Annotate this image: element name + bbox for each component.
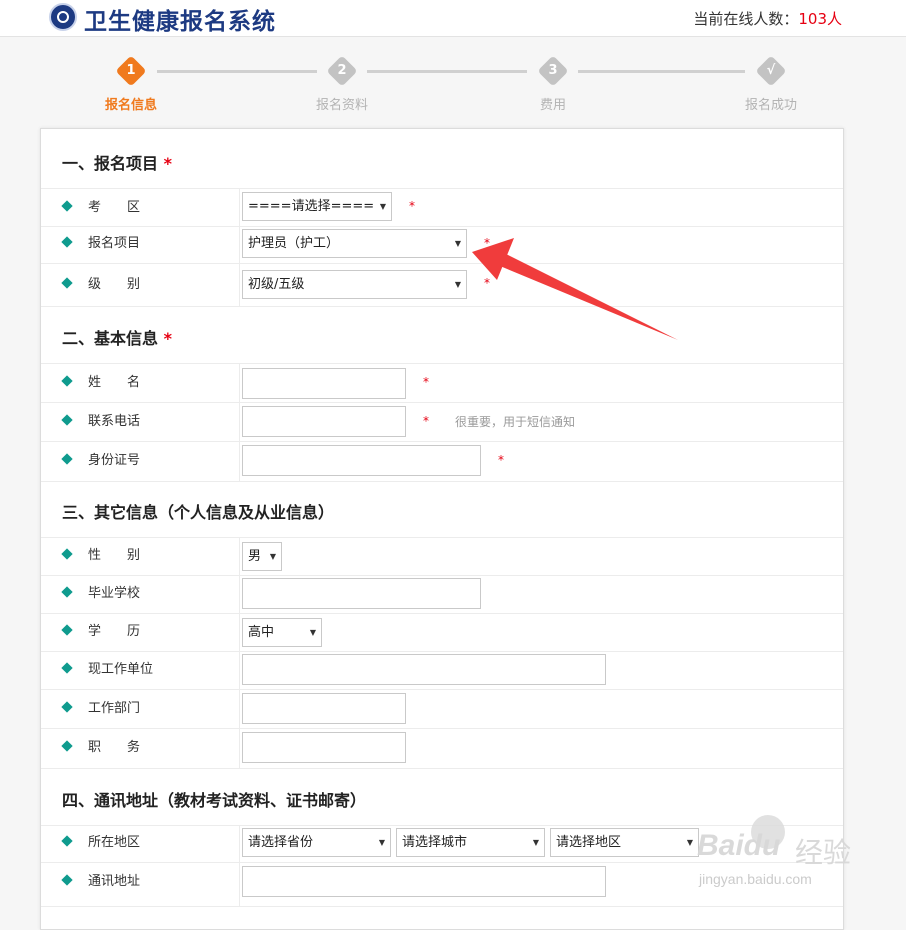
exam-area-select[interactable]: ====请选择==== [242, 192, 392, 221]
divider [41, 226, 843, 227]
required-mark: * [163, 329, 172, 348]
district-select[interactable]: 请选择地区 [550, 828, 699, 857]
divider [41, 906, 843, 907]
step-2-label: 报名资料 [315, 98, 368, 113]
step-3-icon: 3 [537, 55, 569, 87]
required-star: * [484, 236, 490, 250]
step-3: 3 费用 [493, 55, 613, 113]
section-title-basic: 二、基本信息 * [62, 329, 172, 348]
divider [41, 768, 843, 769]
divider [41, 441, 843, 442]
bullet-icon [61, 585, 73, 598]
required-star: * [423, 414, 429, 428]
step-1: 1 报名信息 [71, 55, 191, 113]
bullet-icon [61, 739, 73, 752]
label-gender: 性 别 [61, 546, 140, 566]
department-input[interactable] [242, 693, 406, 724]
bullet-icon [61, 700, 73, 713]
divider [41, 306, 843, 307]
id-number-input[interactable] [242, 445, 481, 476]
divider [41, 862, 843, 863]
divider [41, 728, 843, 729]
divider [41, 613, 843, 614]
column-divider [239, 364, 240, 481]
bullet-icon [61, 834, 73, 847]
section-title-project: 一、报名项目 * [62, 154, 172, 173]
project-select[interactable]: 护理员（护工） [242, 229, 467, 258]
form-panel: 一、报名项目 * 考 区 ====请选择==== * 报名项目 护理员（护工） … [40, 128, 844, 930]
required-star: * [498, 453, 504, 467]
label-work-unit: 现工作单位 [61, 660, 153, 680]
phone-hint: 很重要，用于短信通知 [455, 415, 576, 429]
divider [41, 481, 843, 482]
required-mark: * [163, 154, 172, 173]
label-education: 学 历 [61, 622, 140, 642]
label-region: 所在地区 [61, 833, 140, 853]
label-name: 姓 名 [61, 373, 140, 393]
label-school: 毕业学校 [61, 584, 140, 604]
label-address: 通讯地址 [61, 872, 140, 892]
level-select[interactable]: 初级/五级 [242, 270, 467, 299]
province-select[interactable]: 请选择省份 [242, 828, 391, 857]
bullet-icon [61, 873, 73, 886]
address-input[interactable] [242, 866, 606, 897]
required-star: * [484, 276, 490, 290]
online-number: 103人 [798, 10, 842, 28]
school-input[interactable] [242, 578, 481, 609]
step-4-label: 报名成功 [744, 98, 797, 113]
phone-input[interactable] [242, 406, 406, 437]
education-select[interactable]: 高中 [242, 618, 322, 647]
bullet-icon [61, 413, 73, 426]
name-input[interactable] [242, 368, 406, 399]
divider [41, 537, 843, 538]
divider [41, 402, 843, 403]
required-star: * [409, 199, 415, 213]
divider [41, 263, 843, 264]
label-project: 报名项目 [61, 234, 140, 254]
app-title: 卫生健康报名系统 [84, 8, 276, 35]
online-label: 当前在线人数： [693, 10, 799, 28]
column-divider [239, 826, 240, 906]
label-position: 职 务 [61, 738, 140, 758]
step-4: √ 报名成功 [711, 55, 831, 113]
required-star: * [423, 375, 429, 389]
column-divider [239, 538, 240, 768]
column-divider [239, 189, 240, 306]
step-2: 2 报名资料 [282, 55, 402, 113]
divider [41, 575, 843, 576]
step-1-label: 报名信息 [104, 98, 157, 113]
label-level: 级 别 [61, 275, 140, 295]
bullet-icon [61, 374, 73, 387]
bullet-icon [61, 199, 73, 212]
divider [41, 825, 843, 826]
city-select[interactable]: 请选择城市 [396, 828, 545, 857]
label-department: 工作部门 [61, 699, 140, 719]
step-2-icon: 2 [326, 55, 358, 87]
bullet-icon [61, 661, 73, 674]
bullet-icon [61, 452, 73, 465]
divider [41, 689, 843, 690]
divider [41, 363, 843, 364]
label-phone: 联系电话 [61, 412, 140, 432]
top-bar: 卫生健康报名系统 当前在线人数：103人 [0, 0, 906, 37]
bullet-icon [61, 235, 73, 248]
position-input[interactable] [242, 732, 406, 763]
bullet-icon [61, 276, 73, 289]
label-id-number: 身份证号 [61, 451, 140, 471]
divider [41, 188, 843, 189]
step-1-icon: 1 [115, 55, 147, 87]
step-3-label: 费用 [539, 98, 566, 113]
logo-emblem-icon [49, 3, 77, 31]
step-4-check-icon: √ [755, 55, 787, 87]
bullet-icon [61, 623, 73, 636]
bullet-icon [61, 547, 73, 560]
label-exam-area: 考 区 [61, 198, 140, 218]
gender-select[interactable]: 男 [242, 542, 282, 571]
online-count: 当前在线人数：103人 [693, 8, 842, 29]
work-unit-input[interactable] [242, 654, 606, 685]
section-title-other: 三、其它信息（个人信息及从业信息） [62, 503, 335, 522]
progress-steps: 1 报名信息 2 报名资料 3 费用 √ 报名成功 [0, 55, 906, 116]
section-title-address: 四、通讯地址（教材考试资料、证书邮寄） [62, 791, 367, 810]
divider [41, 651, 843, 652]
